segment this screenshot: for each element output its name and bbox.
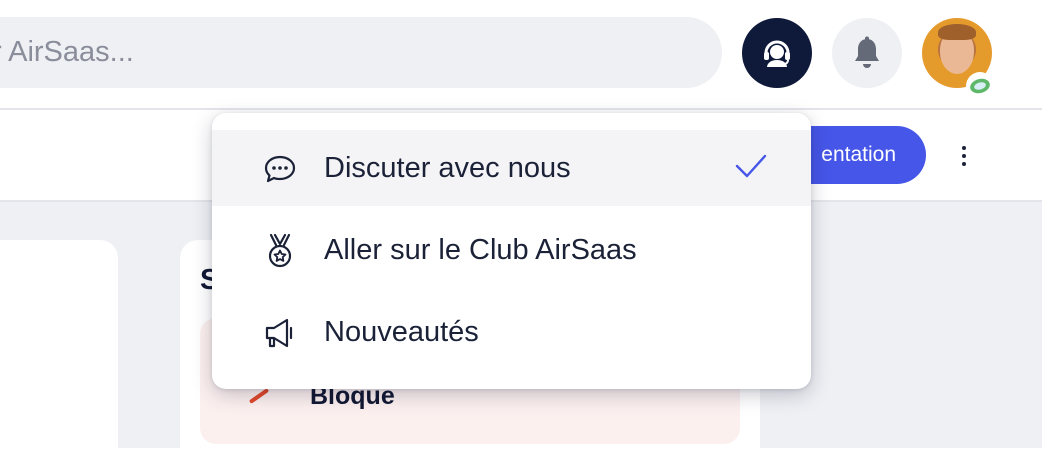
status-badge-icon	[966, 72, 994, 100]
menu-item-label: Discuter avec nous	[324, 151, 571, 184]
medal-icon	[262, 233, 298, 268]
chat-bubble-icon	[262, 152, 298, 186]
support-button[interactable]	[742, 18, 812, 88]
megaphone-icon	[262, 316, 298, 350]
arrow-icon	[248, 388, 270, 404]
headset-icon	[764, 40, 790, 67]
menu-item-label: Aller sur le Club AirSaas	[324, 233, 637, 266]
avatar-hair	[938, 24, 976, 40]
kebab-menu-icon[interactable]	[948, 138, 980, 174]
help-dropdown-menu: Discuter avec nous Aller sur le Club Air…	[212, 113, 811, 389]
top-header	[0, 0, 1042, 110]
presentation-button-label: entation	[821, 143, 896, 166]
menu-item-club[interactable]: Aller sur le Club AirSaas	[212, 212, 811, 288]
search-bar[interactable]	[0, 17, 722, 88]
left-card	[0, 240, 118, 470]
bell-icon	[855, 36, 879, 68]
menu-item-chat[interactable]: Discuter avec nous	[212, 130, 811, 206]
menu-item-label: Nouveautés	[324, 315, 479, 348]
search-input[interactable]	[0, 35, 634, 70]
checkmark-icon	[735, 154, 767, 178]
menu-item-news[interactable]: Nouveautés	[212, 294, 811, 370]
notifications-button[interactable]	[832, 18, 902, 88]
